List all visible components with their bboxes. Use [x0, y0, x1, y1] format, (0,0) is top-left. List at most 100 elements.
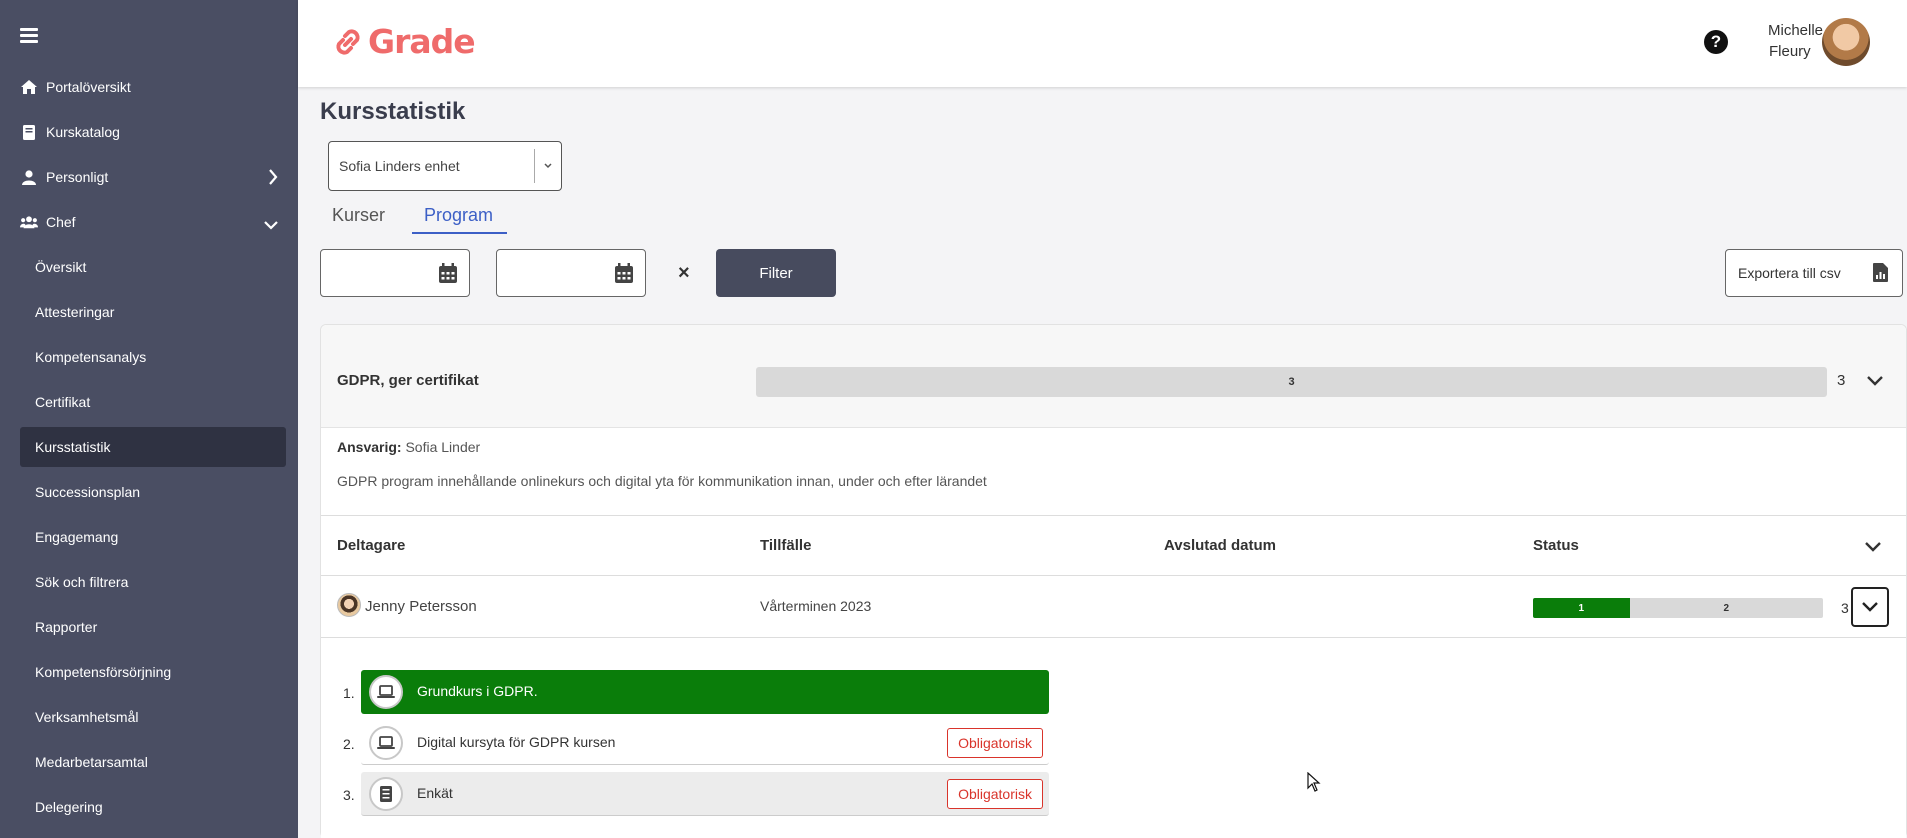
nav-label: Kurskatalog	[46, 124, 120, 140]
home-icon	[20, 78, 38, 96]
course-number: 3.	[343, 787, 355, 803]
chevron-down-icon[interactable]	[1865, 539, 1881, 557]
sub-item-label: Kompetensförsörjning	[35, 664, 172, 680]
sub-item-delegering[interactable]: Delegering	[20, 787, 286, 827]
participant-status-bar: 1 2	[1533, 598, 1823, 618]
sub-item-label: Engagemang	[35, 529, 119, 545]
sub-item-successionsplan[interactable]: Successionsplan	[20, 472, 286, 512]
start-date-input[interactable]	[320, 249, 470, 297]
program-name: GDPR, ger certifikat	[337, 372, 479, 389]
row-expand-button[interactable]	[1851, 587, 1889, 627]
divider	[321, 515, 1906, 516]
course-title: Enkät	[417, 785, 453, 801]
sub-item-kompetensanalys[interactable]: Kompetensanalys	[20, 337, 286, 377]
sub-item-label: Rapporter	[35, 619, 98, 635]
chain-link-icon	[336, 28, 360, 55]
page-title: Kursstatistik	[320, 98, 466, 125]
users-icon	[20, 213, 38, 231]
column-header-deltagare: Deltagare	[337, 537, 406, 554]
sub-item-label: Certifikat	[35, 394, 91, 410]
sub-item-label: Successionsplan	[35, 484, 141, 500]
column-header-status: Status	[1533, 537, 1579, 554]
tab-kurser[interactable]: Kurser	[332, 205, 385, 232]
sub-item-oversikt[interactable]: Översikt	[20, 247, 286, 287]
nav-chef[interactable]: Chef	[20, 202, 278, 242]
course-item[interactable]: 3. Enkät Obligatorisk	[343, 772, 1049, 816]
chevron-down-icon	[535, 161, 561, 172]
participant-name: Jenny Petersson	[365, 598, 477, 615]
sub-item-rapporter[interactable]: Rapporter	[20, 607, 286, 647]
course-number: 2.	[343, 736, 355, 752]
course-item[interactable]: 1. Grundkurs i GDPR.	[343, 670, 1049, 714]
sub-item-kompetensforsorjning[interactable]: Kompetensförsörjning	[20, 652, 286, 692]
grade-logo[interactable]: Grade	[332, 22, 476, 61]
survey-icon	[369, 777, 403, 811]
sub-item-label: Verksamhetsmål	[35, 709, 139, 725]
sub-item-sok-och-filtrera[interactable]: Sök och filtrera	[20, 562, 286, 602]
end-date-input[interactable]	[496, 249, 646, 297]
chevron-down-icon[interactable]	[1867, 373, 1883, 391]
sub-item-attesteringar[interactable]: Attesteringar	[20, 292, 286, 332]
course-title: Grundkurs i GDPR.	[417, 683, 538, 699]
file-chart-icon	[1873, 263, 1888, 285]
clear-dates-icon[interactable]: ×	[678, 262, 690, 285]
sub-item-kursstatistik[interactable]: Kursstatistik	[20, 427, 286, 467]
responsible-name: Sofia Linder	[405, 439, 481, 455]
course-item[interactable]: 2. Digital kursyta för GDPR kursen Oblig…	[343, 721, 1049, 765]
status-remaining-segment: 2	[1629, 598, 1823, 618]
program-description: GDPR program innehållande onlinekurs och…	[337, 473, 987, 489]
nav-label: Chef	[46, 214, 76, 230]
mouse-cursor-icon	[1307, 771, 1321, 797]
participant-term: Vårterminen 2023	[760, 598, 872, 614]
export-csv-button[interactable]: Exportera till csv	[1725, 249, 1903, 297]
sub-item-certifikat[interactable]: Certifikat	[20, 382, 286, 422]
nav-kurskatalog[interactable]: Kurskatalog	[20, 112, 278, 152]
sub-item-verksamhetsmal[interactable]: Verksamhetsmål	[20, 697, 286, 737]
sub-item-label: Kursstatistik	[35, 439, 111, 455]
chevron-right-icon	[268, 169, 278, 188]
status-completed-segment: 1	[1533, 598, 1630, 618]
column-header-tillfalle: Tillfälle	[760, 537, 812, 554]
avatar[interactable]	[1822, 18, 1870, 66]
mandatory-badge: Obligatorisk	[947, 779, 1043, 809]
sub-item-medarbetarsamtal[interactable]: Medarbetarsamtal	[20, 742, 286, 782]
calendar-icon[interactable]	[615, 263, 633, 288]
nav-portaloversikt[interactable]: Portalöversikt	[20, 67, 278, 107]
sidebar: Portalöversikt Kurskatalog Personligt Ch…	[0, 0, 298, 838]
user-first-name: Michelle	[1768, 22, 1824, 39]
tab-program[interactable]: Program	[412, 205, 508, 234]
laptop-icon	[369, 675, 403, 709]
sub-item-label: Sök och filtrera	[35, 574, 129, 590]
column-header-avslutad-datum: Avslutad datum	[1164, 537, 1276, 554]
user-last-name: Fleury	[1769, 43, 1811, 60]
program-header[interactable]: GDPR, ger certifikat 3 3	[321, 325, 1906, 428]
program-count: 3	[1837, 372, 1846, 389]
sub-item-label: Översikt	[35, 259, 87, 275]
unit-select[interactable]: Sofia Linders enhet	[328, 141, 562, 191]
mandatory-badge: Obligatorisk	[947, 728, 1043, 758]
top-header: Grade ? Michelle Fleury	[298, 0, 1907, 87]
logo-text: Grade	[368, 22, 476, 61]
calendar-icon[interactable]	[439, 263, 457, 288]
sub-item-engagemang[interactable]: Engagemang	[20, 517, 286, 557]
sub-item-label: Attesteringar	[35, 304, 115, 320]
laptop-icon	[369, 726, 403, 760]
nav-label: Portalöversikt	[46, 79, 131, 95]
user-name[interactable]: Michelle Fleury	[1768, 20, 1823, 62]
menu-icon[interactable]	[20, 28, 38, 43]
book-icon	[20, 123, 38, 141]
sub-item-label: Medarbetarsamtal	[35, 754, 148, 770]
nav-personligt[interactable]: Personligt	[20, 157, 278, 197]
responsible-label: Ansvarig:	[337, 439, 402, 455]
sub-item-label: Delegering	[35, 799, 103, 815]
help-icon[interactable]: ?	[1704, 30, 1728, 54]
course-number: 1.	[343, 685, 355, 701]
chevron-down-icon	[1862, 602, 1878, 612]
participant-avatar	[337, 593, 361, 617]
chevron-down-icon	[264, 217, 278, 233]
filter-button[interactable]: Filter	[716, 249, 836, 297]
divider	[321, 575, 1906, 576]
program-bar-label: 3	[1288, 376, 1295, 388]
sub-item-label: Kompetensanalys	[35, 349, 147, 365]
user-icon	[20, 168, 38, 186]
